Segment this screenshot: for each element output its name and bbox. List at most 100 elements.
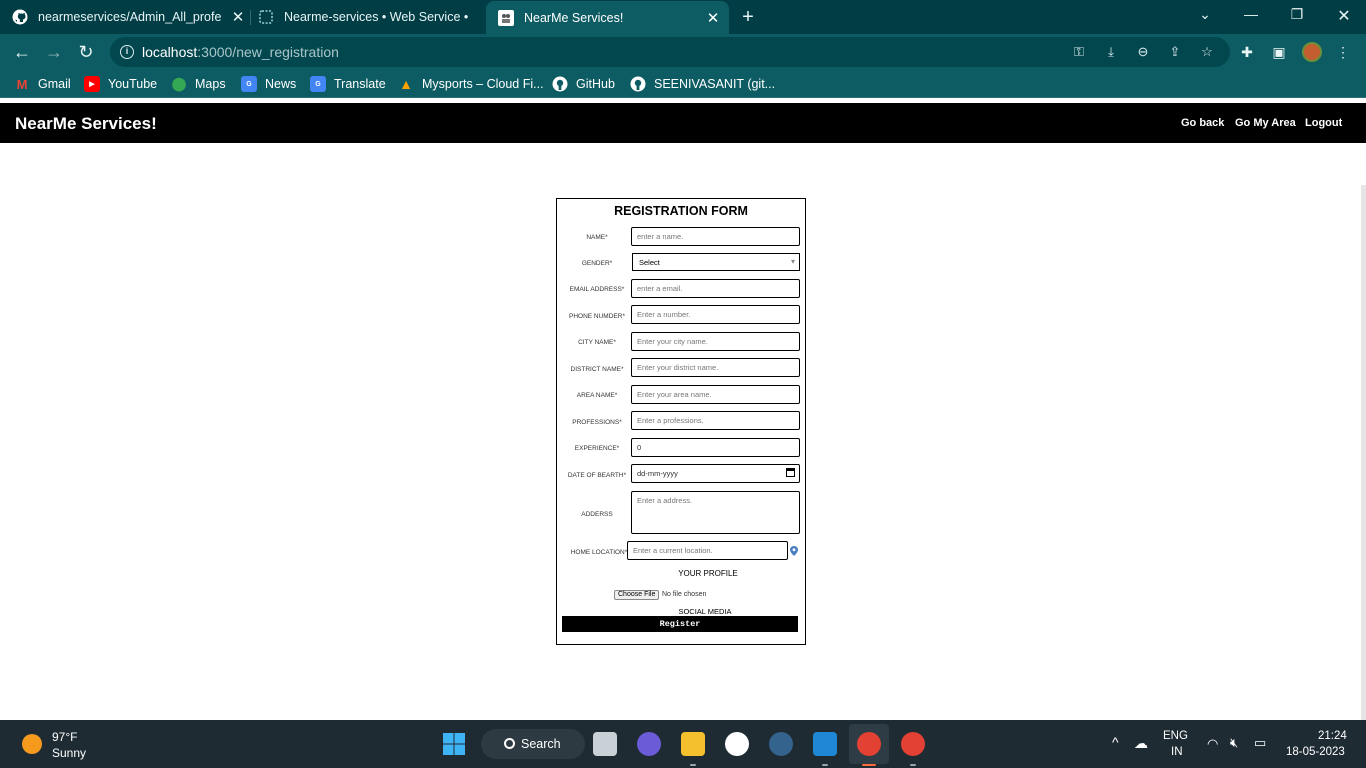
- wifi-icon[interactable]: ◠: [1207, 736, 1218, 752]
- clock-date[interactable]: 18-05-2023: [1286, 746, 1345, 758]
- clock-time[interactable]: 21:24: [1318, 730, 1347, 742]
- nav-go-back[interactable]: Go back: [1181, 117, 1224, 129]
- location-pin-icon[interactable]: [790, 546, 798, 556]
- start-icon[interactable]: [442, 732, 466, 756]
- search-icon: [504, 738, 515, 749]
- app-icon[interactable]: [725, 732, 749, 756]
- github-icon: [12, 9, 28, 25]
- area-label: AREA NAME*: [576, 392, 618, 399]
- weather-temperature[interactable]: 97°F: [52, 730, 77, 744]
- chrome-profile-icon[interactable]: [901, 732, 925, 756]
- menu-icon[interactable]: ⋮: [1334, 44, 1352, 61]
- tab-search-icon[interactable]: ⌄: [1195, 6, 1215, 23]
- minimize-icon[interactable]: —: [1241, 6, 1261, 22]
- dob-input[interactable]: dd-mm-yyyy: [631, 464, 800, 483]
- install-icon[interactable]: ⤓: [1102, 44, 1120, 60]
- back-icon[interactable]: ←: [10, 40, 34, 64]
- volume-muted-icon[interactable]: 🔇︎: [1230, 735, 1238, 751]
- bookmark-label: YouTube: [108, 77, 158, 91]
- side-panel-icon[interactable]: ▣: [1270, 44, 1288, 61]
- profile-avatar[interactable]: [1302, 42, 1322, 62]
- bookmark-label: Maps: [195, 77, 226, 91]
- tab-github-admin[interactable]: nearmeservices/Admin_All_profe ✕: [12, 0, 248, 34]
- nav-go-my-area[interactable]: Go My Area: [1235, 117, 1296, 129]
- page-scrollbar[interactable]: [1361, 185, 1366, 720]
- bookmark-mysports[interactable]: ▲ Mysports – Cloud Fi...: [398, 75, 544, 93]
- weather-condition[interactable]: Sunny: [52, 746, 86, 760]
- choose-file-button[interactable]: Choose File: [614, 590, 660, 600]
- profession-input[interactable]: [631, 411, 800, 430]
- email-input[interactable]: [631, 279, 800, 298]
- close-tab-icon[interactable]: ✕: [228, 8, 248, 26]
- nearme-favicon: [498, 9, 514, 26]
- taskbar-search[interactable]: Search: [481, 729, 585, 759]
- address-textarea[interactable]: Enter a address.: [631, 491, 800, 534]
- tab-divider: [250, 10, 251, 25]
- share-icon[interactable]: ⇪: [1166, 44, 1184, 60]
- area-input[interactable]: [631, 385, 800, 404]
- close-tab-icon[interactable]: ✕: [703, 9, 723, 27]
- gender-select[interactable]: Select ▾: [632, 253, 800, 271]
- region-indicator[interactable]: IN: [1171, 746, 1183, 758]
- language-indicator[interactable]: ENG: [1163, 730, 1188, 742]
- reload-icon[interactable]: ↻: [74, 40, 98, 64]
- chrome-icon[interactable]: [857, 732, 881, 756]
- tab-title: nearmeservices/Admin_All_profe: [38, 10, 222, 24]
- bookmark-github[interactable]: GitHub: [552, 75, 615, 93]
- running-indicator: [910, 764, 916, 766]
- tab-title: Nearme-services • Web Service •: [284, 10, 469, 24]
- name-input[interactable]: [631, 227, 800, 246]
- new-tab-icon[interactable]: +: [738, 6, 758, 29]
- tab-strip: nearmeservices/Admin_All_profe ✕ Nearme-…: [0, 0, 1366, 34]
- tray-overflow-icon[interactable]: ^: [1112, 734, 1119, 750]
- url-path: :3000/new_registration: [197, 44, 339, 60]
- close-window-icon[interactable]: ✕: [1334, 6, 1354, 26]
- key-icon[interactable]: ⚿: [1070, 44, 1088, 60]
- forward-icon[interactable]: →: [42, 40, 66, 64]
- bookmark-seenivasanit[interactable]: SEENIVASANIT (git...: [630, 75, 775, 93]
- tab-render-service[interactable]: Nearme-services • Web Service •: [258, 0, 482, 34]
- city-input[interactable]: [631, 332, 800, 351]
- site-info-icon[interactable]: i: [120, 45, 134, 59]
- nav-logout[interactable]: Logout: [1305, 117, 1342, 129]
- file-explorer-icon[interactable]: [681, 732, 705, 756]
- restore-icon[interactable]: ❐: [1287, 6, 1307, 23]
- browser-toolbar: ← → ↻ i localhost:3000/new_registration …: [0, 34, 1366, 70]
- translate-icon: G: [310, 76, 326, 92]
- address-bar[interactable]: i localhost:3000/new_registration ⚿ ⤓ ⊖ …: [110, 37, 1230, 67]
- chevron-down-icon: ▾: [790, 257, 795, 266]
- running-indicator: [690, 764, 696, 766]
- postgresql-icon[interactable]: [769, 732, 793, 756]
- sun-icon[interactable]: [22, 734, 42, 754]
- onedrive-icon[interactable]: ☁: [1134, 735, 1148, 752]
- bookmark-youtube[interactable]: ▶ YouTube: [84, 75, 157, 93]
- vscode-icon[interactable]: [813, 732, 837, 756]
- gender-label: GENDER*: [581, 260, 613, 267]
- bookmark-translate[interactable]: G Translate: [310, 75, 386, 93]
- district-input[interactable]: [631, 358, 800, 377]
- brand-title[interactable]: NearMe Services!: [15, 114, 157, 134]
- experience-input[interactable]: [631, 438, 800, 457]
- tab-nearme-services[interactable]: NearMe Services! ✕: [486, 1, 729, 34]
- github-icon: [630, 76, 646, 92]
- calendar-icon[interactable]: [786, 468, 795, 477]
- bookmark-maps[interactable]: ⬤ Maps: [171, 75, 226, 93]
- running-indicator: [822, 764, 828, 766]
- battery-icon[interactable]: ▭: [1254, 735, 1266, 751]
- bookmark-star-icon[interactable]: ☆: [1198, 44, 1216, 60]
- location-input[interactable]: [627, 541, 788, 560]
- phone-input[interactable]: [631, 305, 800, 324]
- social-media-label: SOCIAL MEDIA: [678, 607, 732, 616]
- teams-chat-icon[interactable]: [637, 732, 661, 756]
- extensions-icon[interactable]: ✚: [1238, 44, 1256, 61]
- url-text[interactable]: localhost:3000/new_registration: [142, 44, 339, 60]
- task-view-icon[interactable]: [593, 732, 617, 756]
- register-button[interactable]: Register: [562, 616, 798, 632]
- bookmark-gmail[interactable]: M Gmail: [14, 75, 71, 93]
- gmail-icon: M: [16, 76, 28, 92]
- bookmark-news[interactable]: G News: [241, 75, 296, 93]
- zoom-out-icon[interactable]: ⊖: [1134, 44, 1152, 60]
- search-label: Search: [521, 737, 561, 751]
- render-icon: [258, 9, 274, 25]
- gender-selected-value: Select: [639, 258, 660, 267]
